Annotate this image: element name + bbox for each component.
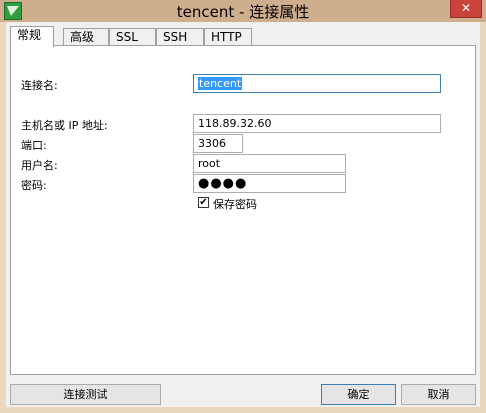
tab-general[interactable]: 常规 [10, 26, 54, 47]
test-connection-button[interactable]: 连接测试 [10, 384, 161, 405]
connection-name-field[interactable]: tencent [193, 74, 441, 93]
connection-properties-dialog: tencent - 连接属性 ✕ 常规 高级 SSL SSH HTTP 连接名:… [0, 0, 486, 413]
connection-name-value: tencent [198, 77, 243, 90]
username-field[interactable]: root [193, 154, 346, 173]
username-label: 用户名: [21, 159, 58, 172]
ok-button[interactable]: 确定 [321, 384, 396, 405]
host-label: 主机名或 IP 地址: [21, 119, 108, 132]
close-button[interactable]: ✕ [450, 0, 482, 18]
dialog-client-area: 常规 高级 SSL SSH HTTP 连接名: tencent 主机名或 IP … [6, 22, 480, 407]
host-field[interactable]: 118.89.32.60 [193, 114, 441, 133]
tab-advanced[interactable]: 高级 [63, 28, 109, 46]
tab-http[interactable]: HTTP [204, 28, 252, 46]
title-bar[interactable]: tencent - 连接属性 ✕ [0, 0, 486, 22]
tab-ssl[interactable]: SSL [109, 28, 156, 46]
password-label: 密码: [21, 179, 47, 192]
port-label: 端口: [21, 139, 47, 152]
port-field[interactable]: 3306 [193, 134, 243, 153]
window-title: tencent - 连接属性 [176, 3, 310, 21]
connection-name-label: 连接名: [21, 79, 58, 92]
general-tab-panel: 连接名: tencent 主机名或 IP 地址: 118.89.32.60 端口… [10, 45, 476, 375]
save-password-label[interactable]: 保存密码 [213, 196, 257, 212]
password-field[interactable]: ●●●● [193, 174, 346, 193]
cancel-button[interactable]: 取消 [401, 384, 476, 405]
tab-ssh[interactable]: SSH [156, 28, 204, 46]
save-password-checkbox[interactable]: ✔ [198, 197, 209, 208]
